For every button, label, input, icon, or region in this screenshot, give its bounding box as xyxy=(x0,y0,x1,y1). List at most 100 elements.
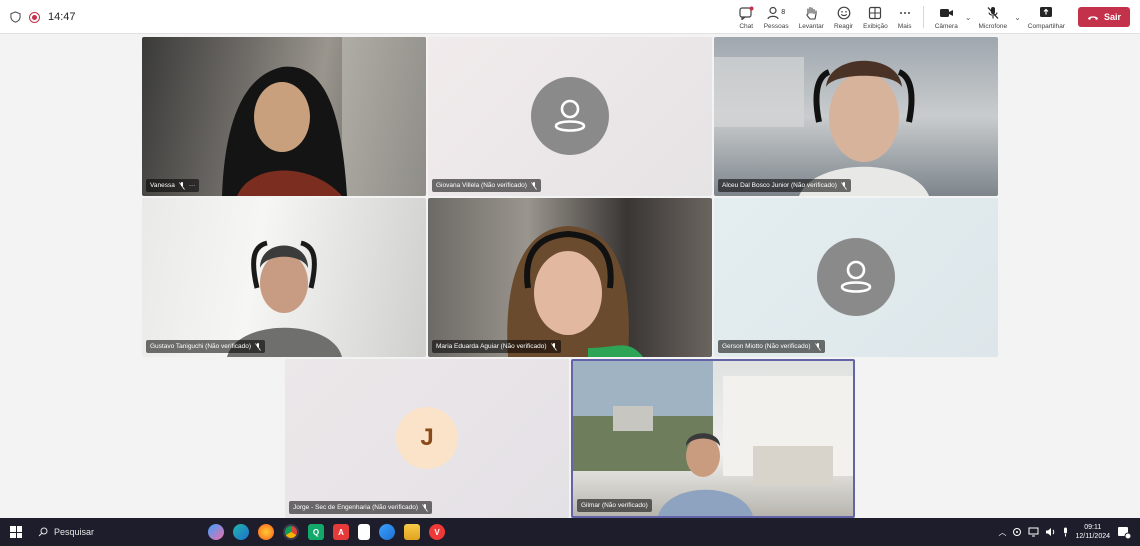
participant-tile-vanessa[interactable]: Vanessa ··· xyxy=(142,37,426,196)
microphone-muted-icon xyxy=(179,181,185,190)
participant-tile-alceu[interactable]: Alceu Dal Bosco Junior (Não verificado) xyxy=(714,37,998,196)
video-feed xyxy=(507,226,643,357)
taskbar-search[interactable]: Pesquisar xyxy=(38,523,94,541)
document-app-icon[interactable] xyxy=(358,524,370,540)
vivaldi-app-icon[interactable]: V xyxy=(429,524,445,540)
participant-tile-maria[interactable]: Maria Eduarda Aguiar (Não verificado) xyxy=(428,198,712,357)
clock-time: 09:11 xyxy=(1084,524,1102,531)
microphone-icon[interactable] xyxy=(1062,527,1069,537)
toolbar-divider xyxy=(922,6,924,28)
react-button[interactable]: Reagir xyxy=(829,0,858,34)
windows-taskbar: Pesquisar Q A V ︿ 09:11 12/11/2024 xyxy=(0,518,1140,546)
network-icon[interactable] xyxy=(1028,527,1039,537)
camera-button[interactable]: Câmera xyxy=(930,0,963,34)
video-feed xyxy=(714,57,929,196)
participant-name: Maria Eduarda Aguiar (Não verificado) xyxy=(436,343,547,350)
participant-name: Gilmar (Não verificado) xyxy=(581,502,648,509)
more-button[interactable]: Mais xyxy=(893,0,917,34)
participant-tile-giovana[interactable]: Giovana Villela (Não verificado) xyxy=(428,37,712,196)
raise-hand-icon xyxy=(806,6,817,20)
copilot-app-icon[interactable] xyxy=(208,524,224,540)
participant-nametag: Gerson Miotto (Não verificado) xyxy=(718,340,825,353)
raise-hand-label: Levantar xyxy=(798,22,824,30)
participant-name: Giovana Villela (Não verificado) xyxy=(436,182,527,189)
microphone-muted-icon xyxy=(255,342,261,351)
chat-icon xyxy=(739,6,754,20)
firefox-app-icon[interactable] xyxy=(258,524,274,540)
toolbar-right: Chat 8 Pessoas Levantar Reagir Exibição … xyxy=(734,0,1130,34)
file-explorer-icon[interactable] xyxy=(404,524,420,540)
participant-name: Jorge - Sec de Engenharia (Não verificad… xyxy=(293,504,419,511)
people-count: 8 xyxy=(781,9,786,16)
camera-icon xyxy=(939,8,953,17)
camera-label: Câmera xyxy=(934,22,958,30)
taskbar-clock[interactable]: 09:11 12/11/2024 xyxy=(1075,523,1110,541)
video-feed xyxy=(227,240,342,357)
avatar xyxy=(531,77,609,155)
notification-icon[interactable] xyxy=(1116,524,1132,540)
participant-name: Alceu Dal Bosco Junior (Não verificado) xyxy=(722,182,837,189)
people-icon xyxy=(767,6,779,19)
participant-name: Vanessa xyxy=(150,182,175,189)
windows-start-icon[interactable] xyxy=(10,526,22,538)
share-button[interactable]: Compartilhar xyxy=(1023,0,1070,34)
grid-view-icon xyxy=(869,6,882,19)
location-icon[interactable] xyxy=(1012,527,1022,537)
microphone-label: Microfone xyxy=(978,22,1008,30)
person-icon xyxy=(840,260,872,293)
recording-icon xyxy=(29,11,40,23)
chat-button[interactable]: Chat xyxy=(734,0,759,34)
system-tray: ︿ 09:11 12/11/2024 xyxy=(998,518,1132,546)
more-icon xyxy=(899,11,910,14)
edge-app-icon[interactable] xyxy=(233,524,249,540)
avatar xyxy=(817,238,895,316)
chat-label: Chat xyxy=(739,22,754,30)
more-label: Mais xyxy=(897,22,912,30)
participant-nametag: Jorge - Sec de Engenharia (Não verificad… xyxy=(289,501,433,514)
participant-options-icon[interactable]: ··· xyxy=(189,182,196,189)
share-label: Compartilhar xyxy=(1027,22,1065,30)
participant-nametag: Giovana Villela (Não verificado) xyxy=(432,179,541,192)
raise-hand-button[interactable]: Levantar xyxy=(794,0,829,34)
people-button[interactable]: 8 Pessoas xyxy=(759,0,794,34)
participant-name: Gustavo Taniguchi (Não verificado) xyxy=(150,343,252,350)
participant-name: Gerson Miotto (Não verificado) xyxy=(722,343,811,350)
clock-date: 12/11/2024 xyxy=(1075,533,1110,540)
participant-nametag: Alceu Dal Bosco Junior (Não verificado) xyxy=(718,179,851,192)
participant-nametag: Vanessa ··· xyxy=(146,179,200,192)
participant-nametag: Maria Eduarda Aguiar (Não verificado) xyxy=(432,340,561,353)
microphone-muted-icon xyxy=(531,181,537,190)
microphone-muted-icon xyxy=(987,6,999,19)
participant-tile-gustavo[interactable]: Gustavo Taniguchi (Não verificado) xyxy=(142,198,426,357)
search-label: Pesquisar xyxy=(54,527,95,537)
microphone-options-chevron-icon[interactable]: ⌄ xyxy=(1014,13,1021,22)
microphone-muted-icon xyxy=(422,503,428,512)
phone-hangup-icon xyxy=(1087,15,1098,20)
chrome-app-icon[interactable] xyxy=(283,524,299,540)
search-icon xyxy=(38,527,48,537)
leave-button[interactable]: Sair xyxy=(1077,7,1130,27)
person-icon xyxy=(554,99,586,132)
microphone-muted-icon xyxy=(814,342,821,351)
microphone-button[interactable]: Microfone xyxy=(974,0,1013,34)
toolbar-left: 14:47 xyxy=(10,0,76,34)
participant-tile-gerson[interactable]: Gerson Miotto (Não verificado) xyxy=(714,198,998,357)
video-feed xyxy=(222,37,426,196)
chart-app-icon[interactable]: Q xyxy=(308,524,324,540)
globe-app-icon[interactable] xyxy=(379,524,395,540)
acrobat-app-icon[interactable]: A xyxy=(333,524,349,540)
people-label: Pessoas xyxy=(763,22,789,30)
camera-options-chevron-icon[interactable]: ⌄ xyxy=(965,13,972,22)
participant-tile-gilmar[interactable]: Gilmar (Não verificado) xyxy=(571,359,855,518)
microphone-muted-icon xyxy=(841,181,847,190)
show-hidden-icons-icon[interactable]: ︿ xyxy=(998,527,1006,538)
meeting-timer: 14:47 xyxy=(48,11,76,23)
view-button[interactable]: Exibição xyxy=(858,0,893,34)
participant-tile-jorge[interactable]: J Jorge - Sec de Engenharia (Não verific… xyxy=(285,359,569,518)
participant-nametag: Gilmar (Não verificado) xyxy=(577,499,652,512)
share-screen-icon xyxy=(1040,7,1053,17)
avatar: J xyxy=(396,407,458,469)
microphone-muted-icon xyxy=(550,342,557,351)
leave-label: Sair xyxy=(1103,12,1121,22)
volume-icon[interactable] xyxy=(1045,527,1056,537)
